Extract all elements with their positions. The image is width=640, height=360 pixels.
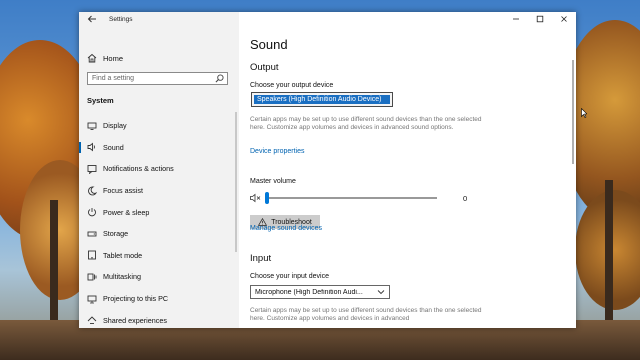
- volume-value: 0: [463, 194, 468, 203]
- device-properties-link[interactable]: Device properties: [250, 148, 304, 155]
- sidebar-item-shared-experiences[interactable]: Shared experiences: [79, 309, 239, 328]
- output-device-dropdown[interactable]: Speakers (High Definition Audio Device): [251, 92, 393, 107]
- search-input[interactable]: Find a setting: [87, 72, 228, 85]
- output-device-option-selected[interactable]: Speakers (High Definition Audio Device): [254, 95, 390, 104]
- volume-slider-thumb[interactable]: [265, 192, 269, 204]
- master-volume-label: Master volume: [250, 178, 296, 185]
- home-icon: [87, 53, 97, 63]
- power-icon: [88, 208, 96, 217]
- window-title: Settings: [109, 16, 133, 23]
- moon-icon: [88, 186, 97, 195]
- output-description: Certain apps may be set up to use differ…: [250, 116, 482, 132]
- sidebar-item-label: Power & sleep: [103, 207, 150, 217]
- close-button[interactable]: [557, 15, 571, 27]
- sidebar-item-label: Storage: [103, 229, 129, 239]
- sidebar-item-tablet-mode[interactable]: Tablet mode: [79, 245, 239, 267]
- multitasking-icon: [87, 273, 97, 281]
- sidebar-item-label: Shared experiences: [103, 315, 167, 325]
- main-panel: Sound Output Choose your output device S…: [239, 12, 576, 328]
- projecting-icon: [87, 295, 97, 303]
- speaker-mute-icon[interactable]: [250, 193, 262, 203]
- settings-window: Settings Home Find a setting System Disp…: [79, 12, 576, 328]
- titlebar: Settings: [79, 12, 239, 30]
- main-scrollbar[interactable]: [572, 60, 574, 164]
- sidebar-item-label: Focus assist: [103, 186, 143, 196]
- mouse-cursor-icon: [581, 108, 587, 118]
- input-device-value: Microphone (High Definition Audi...: [255, 288, 363, 296]
- search-placeholder: Find a setting: [92, 75, 135, 82]
- home-link[interactable]: Home: [87, 51, 123, 65]
- output-heading: Output: [250, 62, 279, 73]
- sidebar-item-projecting[interactable]: Projecting to this PC: [79, 288, 239, 310]
- input-heading: Input: [250, 253, 272, 264]
- minimize-icon: [513, 18, 519, 20]
- sidebar-item-label: Notifications & actions: [103, 164, 174, 174]
- sidebar-nav: Display Sound Notifications & actions Fo…: [79, 115, 239, 328]
- notifications-icon: [87, 165, 97, 174]
- sidebar-item-notifications[interactable]: Notifications & actions: [79, 158, 239, 180]
- chevron-down-icon: [377, 290, 385, 295]
- sidebar-item-power-sleep[interactable]: Power & sleep: [79, 201, 239, 223]
- sidebar-scrollbar[interactable]: [235, 112, 237, 252]
- sidebar-item-label: Display: [103, 121, 127, 131]
- back-button[interactable]: [85, 14, 99, 28]
- output-device-label: Choose your output device: [250, 82, 334, 89]
- sidebar-item-label: Sound: [103, 142, 124, 152]
- search-icon: [215, 74, 224, 83]
- volume-slider-track[interactable]: [266, 197, 437, 199]
- sidebar-item-focus-assist[interactable]: Focus assist: [79, 180, 239, 202]
- input-device-dropdown[interactable]: Microphone (High Definition Audi...: [250, 285, 390, 299]
- sidebar-item-multitasking[interactable]: Multitasking: [79, 266, 239, 288]
- sidebar-item-sound[interactable]: Sound: [79, 137, 239, 159]
- display-icon: [87, 122, 97, 130]
- maximize-icon: [536, 15, 544, 23]
- sidebar-item-display[interactable]: Display: [79, 115, 239, 137]
- close-icon: [561, 16, 567, 22]
- back-arrow-icon: [87, 15, 96, 23]
- shared-icon: [87, 316, 97, 325]
- maximize-button[interactable]: [533, 15, 547, 27]
- section-header: System: [87, 96, 114, 105]
- minimize-button[interactable]: [509, 15, 523, 27]
- speaker-icon: [87, 142, 95, 152]
- sidebar-item-label: Tablet mode: [103, 250, 143, 260]
- home-label: Home: [103, 53, 124, 63]
- storage-icon: [87, 231, 97, 237]
- input-description: Certain apps may be set up to use differ…: [250, 307, 482, 323]
- input-device-label: Choose your input device: [250, 273, 329, 280]
- page-title: Sound: [250, 37, 288, 52]
- sidebar-item-label: Multitasking: [103, 272, 141, 282]
- tablet-icon: [88, 250, 96, 260]
- sidebar-item-storage[interactable]: Storage: [79, 223, 239, 245]
- sidebar-item-label: Projecting to this PC: [103, 294, 169, 304]
- master-volume-row: [250, 192, 470, 204]
- sidebar: Settings Home Find a setting System Disp…: [79, 12, 239, 328]
- manage-sound-devices-link[interactable]: Manage sound devices: [250, 225, 322, 232]
